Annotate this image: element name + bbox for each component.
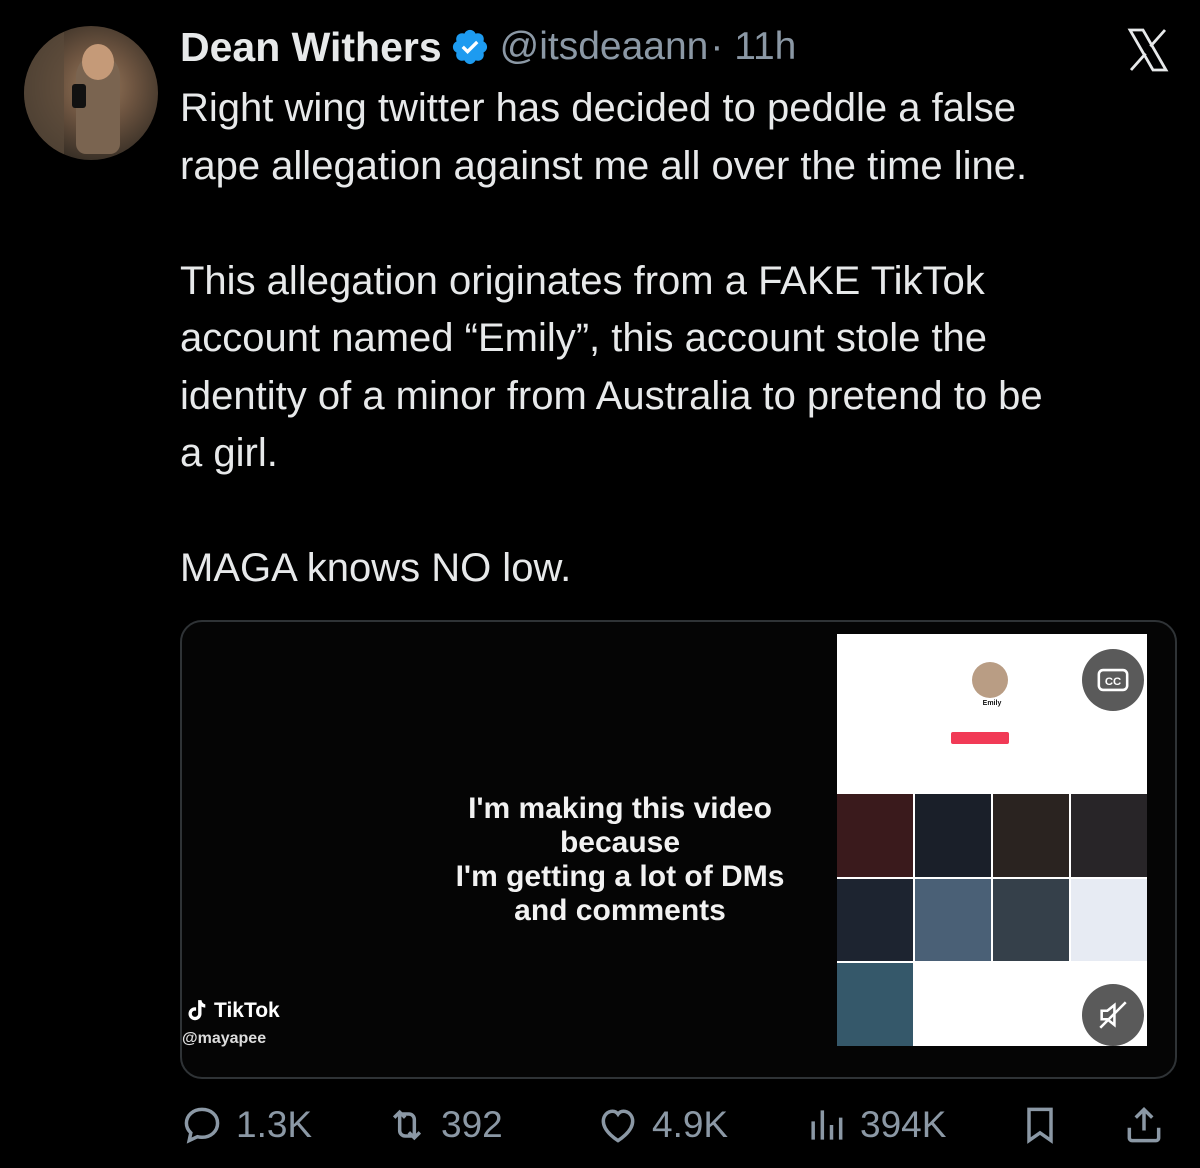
tiktok-label: TikTok [214, 999, 280, 1022]
repost-count: 392 [441, 1104, 503, 1145]
share-icon [1127, 1106, 1161, 1143]
avatar-phone [72, 84, 86, 108]
tweet-header: Dean Withers @itsdeaann · 11h [180, 22, 796, 72]
like-action[interactable]: 4.9K [596, 1095, 728, 1155]
verified-badge-icon [452, 29, 487, 65]
author-avatar[interactable] [24, 26, 158, 160]
like-icon [601, 1109, 635, 1143]
video-caption: I'm making this video because I'm gettin… [440, 792, 800, 928]
bookmark-icon [1027, 1107, 1053, 1144]
repost-action[interactable]: 392 [385, 1095, 503, 1155]
caption-line: I'm making this video because [468, 792, 772, 859]
tweet-time: · 11h [710, 25, 797, 68]
views-action[interactable]: 394K [804, 1095, 946, 1155]
share-action[interactable] [1122, 1095, 1178, 1155]
video-tile [837, 963, 913, 1046]
video-tile [993, 794, 1069, 877]
tweet-text: Right wing twitter has decided to peddle… [180, 80, 1180, 598]
tiktok-watermark: TikTok [182, 997, 312, 1025]
video-tile [1071, 794, 1147, 877]
captions-button[interactable]: CC [1082, 649, 1144, 711]
avatar-head [82, 44, 114, 80]
views-count: 394K [860, 1104, 947, 1145]
svg-text:CC: CC [1105, 676, 1121, 688]
follow-button [951, 732, 1009, 744]
like-count: 4.9K [652, 1104, 729, 1145]
avatar-background [24, 26, 64, 160]
video-tile [915, 794, 991, 877]
bookmark-action[interactable] [1018, 1095, 1074, 1155]
tweet-line: MAGA knows NO low. [180, 546, 572, 590]
video-tile [915, 878, 991, 962]
video-tile [837, 794, 913, 877]
mute-icon [1099, 1001, 1127, 1029]
tweet-line: Right wing twitter has decided to peddle… [180, 86, 1017, 130]
views-icon [811, 1110, 843, 1140]
repost-icon [392, 1109, 422, 1141]
author-handle[interactable]: @itsdeaann [500, 25, 709, 69]
tweet-line: identity of a minor from Australia to pr… [180, 373, 1043, 418]
video-tile [915, 963, 991, 1046]
tweet-line: rape allegation against me all over the … [180, 143, 1028, 188]
video-tile [993, 963, 1069, 1046]
tiktok-username: @mayapee [182, 1030, 267, 1047]
tweet-line: This allegation originates from a FAKE T… [180, 258, 985, 303]
tiktok-logo-icon [188, 1000, 206, 1021]
tweet-actions: 1.3K 392 4.9K 394K [180, 1095, 1170, 1155]
video-tile [837, 878, 913, 962]
caption-line: and comments [514, 894, 726, 927]
video-tile [1071, 878, 1147, 962]
cc-icon: CC [1097, 668, 1129, 692]
caption-line: I'm getting a lot of DMs [455, 860, 785, 893]
mute-button[interactable] [1082, 984, 1144, 1046]
reply-count: 1.3K [236, 1104, 313, 1145]
x-logo-icon[interactable] [1124, 26, 1172, 74]
reply-action[interactable]: 1.3K [180, 1095, 312, 1155]
author-name[interactable]: Dean Withers [180, 24, 442, 71]
video-player[interactable]: I'm making this video because I'm gettin… [180, 620, 1177, 1079]
reply-icon [184, 1107, 220, 1144]
phone-status-bar [839, 636, 1144, 650]
profile-avatar [972, 662, 1008, 698]
tweet-line: a girl. [180, 431, 278, 475]
video-tile [993, 878, 1069, 962]
tweet-line: account named “Emily”, this account stol… [180, 316, 988, 360]
